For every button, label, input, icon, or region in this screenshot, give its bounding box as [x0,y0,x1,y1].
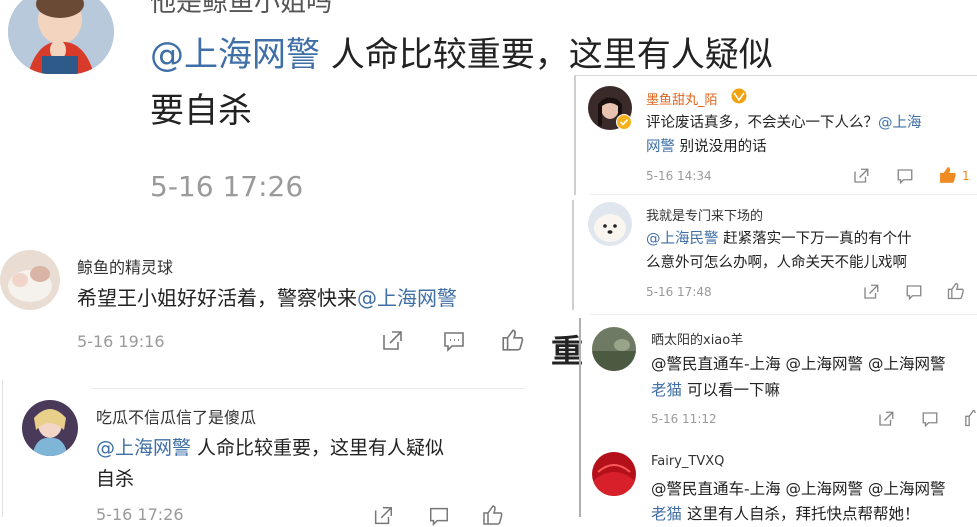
right2-avatar[interactable] [588,202,632,246]
right3-name[interactable]: 晒太阳的xiao羊 [651,329,743,348]
comment-icon[interactable] [896,167,914,185]
comment-icon[interactable] [905,283,923,301]
right1-text-cont: 网警 别说没用的话 [646,135,767,159]
red-avatar-image [592,452,636,496]
landscape-avatar-image [592,327,636,371]
right1-like-count: 1 [962,169,970,183]
top-post-text-line1: 人命比较重要，这里有人疑似 [320,35,773,75]
comment2-text-cont: 自杀 [96,468,135,490]
right2-text-cont: 么意外可怎么办啊，人命关天不能儿戏啊 [646,255,907,271]
share-icon[interactable] [372,505,394,527]
right3-avatar[interactable] [592,327,636,371]
comment1-text-body: 希望王小姐好好活着，警察快来 [77,286,357,310]
comment-icon[interactable] [428,505,450,527]
right3-mentions[interactable]: @警民直通车-上海 @上海网警 @上海网警 [651,352,945,376]
right4-text-b: 这里有人自杀，拜托快点帮帮她！ [682,505,920,523]
child-avatar-image [8,0,114,74]
right3-text-b: 可以看一下嘛 [682,381,780,399]
like-icon-active[interactable] [938,165,958,185]
puppy-avatar-image [588,202,632,246]
comment1-mention[interactable]: @上海网警 [357,286,457,310]
right2-time: 5-16 17:48 [646,285,712,299]
like-icon[interactable] [963,408,977,428]
top-post-avatar[interactable] [8,0,114,74]
right1-text-a: 评论废话真多，不会关心一下人么？ [646,115,878,131]
comment2-time: 5-16 17:26 [96,505,184,524]
share-icon[interactable] [877,410,895,428]
panel-divider [579,318,581,517]
divider [590,314,977,315]
panel-top-edge [575,75,977,76]
right1-name[interactable]: 墨鱼甜丸_陌 [646,89,718,108]
right4-name[interactable]: Fairy_TVXQ [651,454,724,469]
comment1-avatar[interactable] [0,250,60,310]
comment1-name[interactable]: 鲸鱼的精灵球 [77,254,173,278]
comment-icon[interactable] [921,410,939,428]
top-post-text-line2: 要自杀 [150,91,252,131]
right4-text-cont: 老猫 这里有人自杀，拜托快点帮帮她！ [651,502,919,526]
top-post-text-cont: 要自杀 [150,86,252,136]
top-post-partial-name: 他是鲸鱼小姐吗 [150,0,333,18]
right4-mentions[interactable]: @警民直通车-上海 @上海网警 @上海网警 [651,477,945,501]
comment1-time: 5-16 19:16 [77,332,165,351]
top-post-mention[interactable]: @上海网警 [150,35,320,75]
right4-avatar[interactable] [592,452,636,496]
screenshot-edge [2,380,3,517]
divider [90,388,525,389]
panel-divider [572,200,574,310]
right3-mention-b[interactable]: 老猫 [651,381,682,399]
right2-text-a: 赶紧落实一下万一真的有个什 [718,231,912,247]
right1-mention-b[interactable]: 网警 [646,139,675,155]
comment2-name[interactable]: 吃瓜不信瓜信了是傻瓜 [96,404,256,428]
right1-text-b: 别说没用的话 [675,139,767,155]
princess-avatar-image [22,400,78,456]
right1-text: 评论废话真多，不会关心一下人么？@上海 [646,111,922,135]
like-icon[interactable] [481,503,505,527]
divider [590,194,977,195]
right2-name[interactable]: 我就是专门来下场的 [646,205,763,224]
right1-mention-a[interactable]: @上海 [878,115,922,131]
right3-time: 5-16 11:12 [651,412,717,426]
like-icon[interactable] [946,281,966,301]
share-icon[interactable] [380,329,404,353]
comment1-text: 希望王小姐好好活着，警察快来@上海网警 [77,283,457,313]
comment2-text-line1: 人命比较重要，这里有人疑似 [191,437,445,459]
right4-mention-b[interactable]: 老猫 [651,505,682,523]
like-icon[interactable] [500,327,526,353]
share-icon[interactable] [852,167,870,185]
top-post-text: @上海网警 人命比较重要，这里有人疑似 [150,30,773,80]
top-post-time: 5-16 17:26 [150,170,304,203]
right1-time: 5-16 14:34 [646,169,712,183]
share-icon[interactable] [862,283,880,301]
comment2-text: @上海网警 人命比较重要，这里有人疑似 [96,433,444,463]
cat-avatar-image [0,250,60,310]
panel-divider [574,75,576,195]
right3-text-cont: 老猫 可以看一下嘛 [651,378,780,402]
verified-badge-icon [616,114,632,130]
vip-badge-icon [731,88,747,104]
comment2-avatar[interactable] [22,400,78,456]
comment-icon[interactable] [442,329,466,353]
right2-text: @上海民警 赶紧落实一下万一真的有个什 [646,227,912,251]
comment2-mention[interactable]: @上海网警 [96,437,191,459]
right2-mention[interactable]: @上海民警 [646,231,719,247]
